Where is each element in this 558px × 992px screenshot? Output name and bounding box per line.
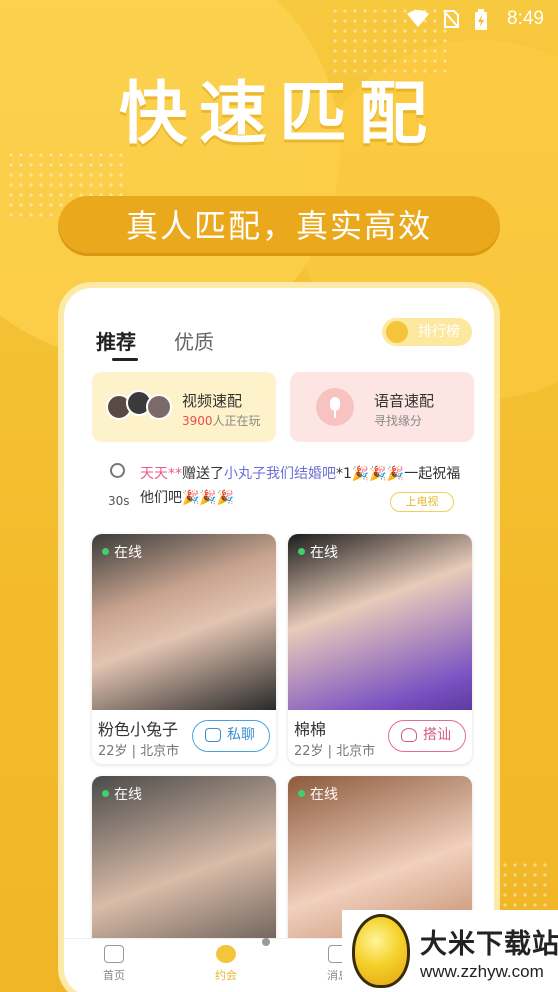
scroll-indicator <box>262 938 270 946</box>
profile-card[interactable]: 在线 棉棉 22岁 | 北京市 搭讪 <box>288 534 472 764</box>
home-icon <box>104 945 124 963</box>
private-chat-button[interactable]: 私聊 <box>192 720 270 752</box>
watermark-title: 大米下载站 <box>420 929 558 960</box>
online-badge: 在线 <box>102 784 142 804</box>
avatar <box>146 394 172 420</box>
profile-meta: 22岁 | 北京市 <box>98 744 180 759</box>
clock: 8:49 <box>507 8 544 29</box>
profile-name: 棉棉 <box>294 720 327 739</box>
chat-bubble-icon <box>205 728 221 742</box>
voice-match-card[interactable]: 语音速配 寻找缘分 <box>290 372 474 442</box>
video-match-card[interactable]: 视频速配 3900人正在玩 <box>92 372 276 442</box>
microphone-icon <box>316 388 354 426</box>
online-badge: 在线 <box>298 542 338 562</box>
online-badge: 在线 <box>102 542 142 562</box>
heart-icon <box>401 728 417 742</box>
hero-tagline: 真人匹配，真实高效 <box>58 196 500 256</box>
watermark: 大米下载站 www.zzhyw.com <box>342 910 558 992</box>
voice-match-subtitle: 寻找缘分 <box>374 414 423 428</box>
ranking-label: 排行榜 <box>418 324 460 340</box>
profile-meta: 22岁 | 北京市 <box>294 744 376 759</box>
profile-name: 粉色小兔子 <box>98 720 179 739</box>
tab-underline <box>112 358 138 361</box>
flirt-button[interactable]: 搭讪 <box>388 720 466 752</box>
status-bar: 8:49 <box>0 0 558 36</box>
timer-icon <box>110 463 125 478</box>
wifi-icon <box>407 10 429 27</box>
profile-card[interactable]: 在线 粉色小兔子 22岁 | 北京市 私聊 <box>92 534 276 764</box>
voice-match-title: 语音速配 <box>374 392 435 410</box>
phone-mockup: 推荐 优质 排行榜 视频速配 3900人正在玩 语音速配 寻找缘分 30s 天天… <box>58 282 500 992</box>
tv-button[interactable]: 上电视 <box>390 492 454 512</box>
gift-ticker: 30s 天天**赠送了小丸子我们结婚吧*1🎉🎉🎉一起祝福他们吧🎉🎉🎉 上电视 <box>92 458 476 514</box>
hero-headline: 快速匹配 <box>118 75 439 154</box>
tab-quality[interactable]: 优质 <box>174 326 214 355</box>
heart-icon <box>216 945 236 963</box>
online-badge: 在线 <box>298 784 338 804</box>
tab-recommend[interactable]: 推荐 <box>96 326 136 355</box>
nav-dating[interactable]: 约会 <box>196 945 256 983</box>
rice-logo-icon <box>352 914 410 988</box>
ticker-timer: 30s <box>108 494 130 508</box>
video-match-title: 视频速配 <box>182 392 243 410</box>
watermark-url: www.zzhyw.com <box>420 962 544 981</box>
video-match-count: 3900人正在玩 <box>182 414 261 428</box>
battery-charging-icon <box>475 9 487 30</box>
ranking-button[interactable]: 排行榜 <box>382 318 472 346</box>
no-sim-icon <box>443 10 459 28</box>
trophy-icon <box>386 321 408 343</box>
nav-home[interactable]: 首页 <box>84 945 144 983</box>
